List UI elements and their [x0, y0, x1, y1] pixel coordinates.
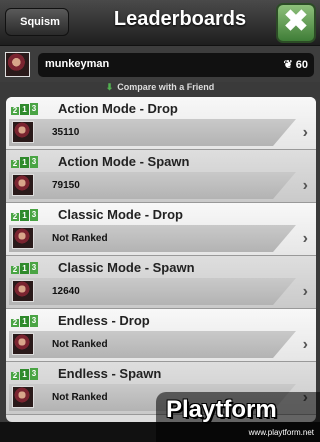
watermark-url: www.playtform.net: [248, 428, 314, 437]
podium-icon: 213: [11, 156, 38, 168]
leaderboard-entry[interactable]: 213 Action Mode - Spawn 79150 ›: [6, 150, 316, 203]
leaderboard-entry[interactable]: 213 Classic Mode - Drop Not Ranked ›: [6, 203, 316, 256]
user-bar: munkeyman ❦ 60: [38, 53, 314, 77]
leaderboard-title: Action Mode - Spawn: [58, 154, 190, 169]
score-value: 12640: [52, 286, 80, 297]
score-value: Not Ranked: [52, 392, 108, 403]
leaderboard-entry[interactable]: 213 Classic Mode - Spawn 12640 ›: [6, 256, 316, 309]
leaderboard-title: Classic Mode - Spawn: [58, 260, 195, 275]
header: Squism Leaderboards ✖: [0, 0, 320, 46]
current-user-row: munkeyman ❦ 60: [0, 46, 320, 82]
user-avatar: [12, 174, 34, 196]
username: munkeyman: [45, 58, 110, 70]
compare-with-friend-link[interactable]: ⬇ Compare with a Friend: [0, 82, 320, 95]
user-avatar: [12, 333, 34, 355]
leaderboard-title: Action Mode - Drop: [58, 101, 178, 116]
user-avatar: [12, 386, 34, 408]
user-avatar: [12, 121, 34, 143]
watermark-logo: Playtform: [166, 396, 277, 423]
page-title: Leaderboards: [113, 8, 247, 30]
score-value: 79150: [52, 180, 80, 191]
score-value: Not Ranked: [52, 339, 108, 350]
leaderboard-title: Endless - Drop: [58, 313, 150, 328]
chevron-right-icon: ›: [302, 230, 308, 247]
leaf-icon: ❦: [283, 59, 293, 71]
podium-icon: 213: [11, 368, 38, 380]
down-arrow-icon: ⬇: [105, 82, 114, 92]
leaderboard-entry[interactable]: 213 Endless - Drop Not Ranked ›: [6, 309, 316, 362]
podium-icon: 213: [11, 315, 38, 327]
back-button[interactable]: Squism: [5, 8, 69, 36]
score-value: Not Ranked: [52, 233, 108, 244]
user-avatar: [5, 52, 30, 77]
watermark: Playtform www.playtform.net: [156, 392, 320, 442]
user-score: ❦ 60: [283, 59, 308, 71]
score-value: 35110: [52, 127, 80, 138]
leaderboard-title: Endless - Spawn: [58, 366, 162, 381]
user-avatar: [12, 227, 34, 249]
chevron-right-icon: ›: [302, 283, 308, 300]
close-button[interactable]: ✖: [276, 3, 316, 43]
podium-icon: 213: [11, 209, 38, 221]
user-avatar: [12, 280, 34, 302]
podium-icon: 213: [11, 262, 38, 274]
chevron-right-icon: ›: [302, 124, 308, 141]
leaderboard-title: Classic Mode - Drop: [58, 207, 183, 222]
chevron-right-icon: ›: [302, 336, 308, 353]
leaderboard-list[interactable]: 213 Action Mode - Drop 35110 › 213 Actio…: [6, 97, 316, 422]
chevron-right-icon: ›: [302, 177, 308, 194]
leaderboard-entry[interactable]: 213 Action Mode - Drop 35110 ›: [6, 97, 316, 150]
compare-label: Compare with a Friend: [117, 82, 215, 92]
podium-icon: 213: [11, 103, 38, 115]
